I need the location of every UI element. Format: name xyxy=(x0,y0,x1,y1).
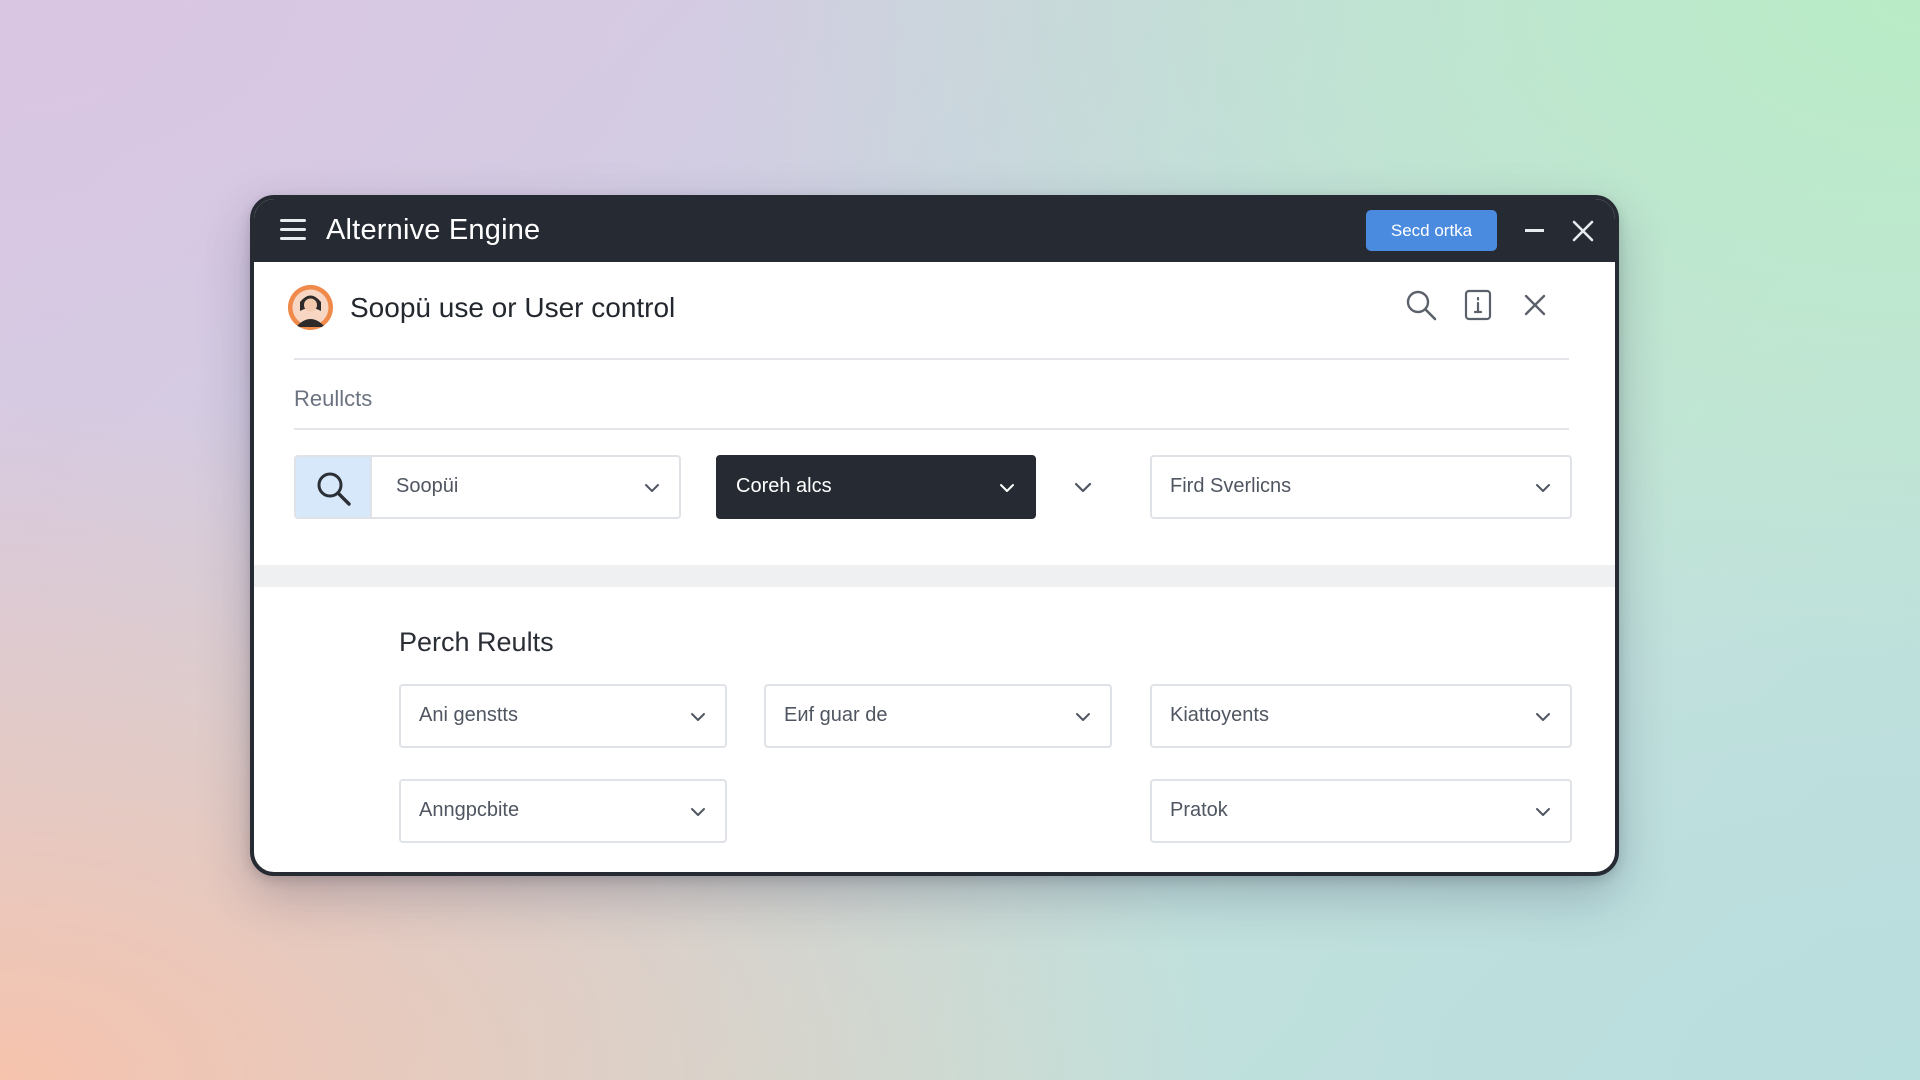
results-select-value: Kiattoyents xyxy=(1170,704,1269,726)
hamburger-menu-icon[interactable] xyxy=(280,219,306,241)
avatar[interactable] xyxy=(288,285,333,330)
services-select-value: Fird Sverlicns xyxy=(1170,475,1292,497)
chevron-down-icon[interactable] xyxy=(1072,477,1094,499)
chevron-down-icon xyxy=(1000,484,1014,492)
dark-select-value: Coreh alcs xyxy=(736,475,832,497)
section-divider xyxy=(294,428,1569,430)
search-icon xyxy=(317,472,351,506)
chevron-down-icon xyxy=(691,713,705,721)
results-select-4[interactable]: Anngpcbite xyxy=(399,779,727,843)
window-close-icon[interactable] xyxy=(1570,218,1596,244)
results-title: Perch Reults xyxy=(399,627,554,657)
section-separator xyxy=(254,565,1615,587)
results-select-2[interactable]: Eиf guar de xyxy=(764,684,1112,748)
dark-select[interactable]: Coreh alcs xyxy=(716,455,1036,519)
results-select-3[interactable]: Kiattoyents xyxy=(1150,684,1572,748)
section-label: Reullcts xyxy=(294,386,373,411)
document-icon[interactable] xyxy=(1461,288,1495,322)
chevron-down-icon xyxy=(1536,484,1550,492)
results-select-value: Anngpcbite xyxy=(419,799,520,821)
results-select-5[interactable]: Pratok xyxy=(1150,779,1572,843)
chevron-down-icon xyxy=(1536,713,1550,721)
page-title: Soopü use or User control xyxy=(350,292,676,323)
header: Soopü use or User control xyxy=(254,262,1615,342)
services-select[interactable]: Fird Sverlicns xyxy=(1150,455,1572,519)
search-select-value: Soopüi xyxy=(396,475,459,497)
primary-action-button[interactable]: Secd ortka xyxy=(1366,210,1497,251)
chevron-down-icon xyxy=(1076,713,1090,721)
results-select-value: Eиf guar de xyxy=(784,704,888,726)
title-bar: Alternive Engine Secd ortka xyxy=(254,199,1615,262)
results-select-value: Ani genstts xyxy=(419,704,518,726)
chevron-down-icon xyxy=(691,808,705,816)
chevron-down-icon xyxy=(1536,808,1550,816)
app-window: Alternive Engine Secd ortka Soopü use or… xyxy=(250,195,1619,876)
search-icon[interactable] xyxy=(1404,288,1438,322)
search-select[interactable]: Soopüi xyxy=(294,455,681,519)
header-divider xyxy=(294,358,1569,360)
results-select-value: Pratok xyxy=(1170,799,1228,821)
minimize-icon[interactable] xyxy=(1522,216,1548,244)
app-title: Alternive Engine xyxy=(326,214,541,246)
search-button[interactable] xyxy=(296,457,372,517)
close-icon[interactable] xyxy=(1518,288,1552,322)
chevron-down-icon[interactable] xyxy=(643,479,661,497)
results-select-1[interactable]: Ani genstts xyxy=(399,684,727,748)
